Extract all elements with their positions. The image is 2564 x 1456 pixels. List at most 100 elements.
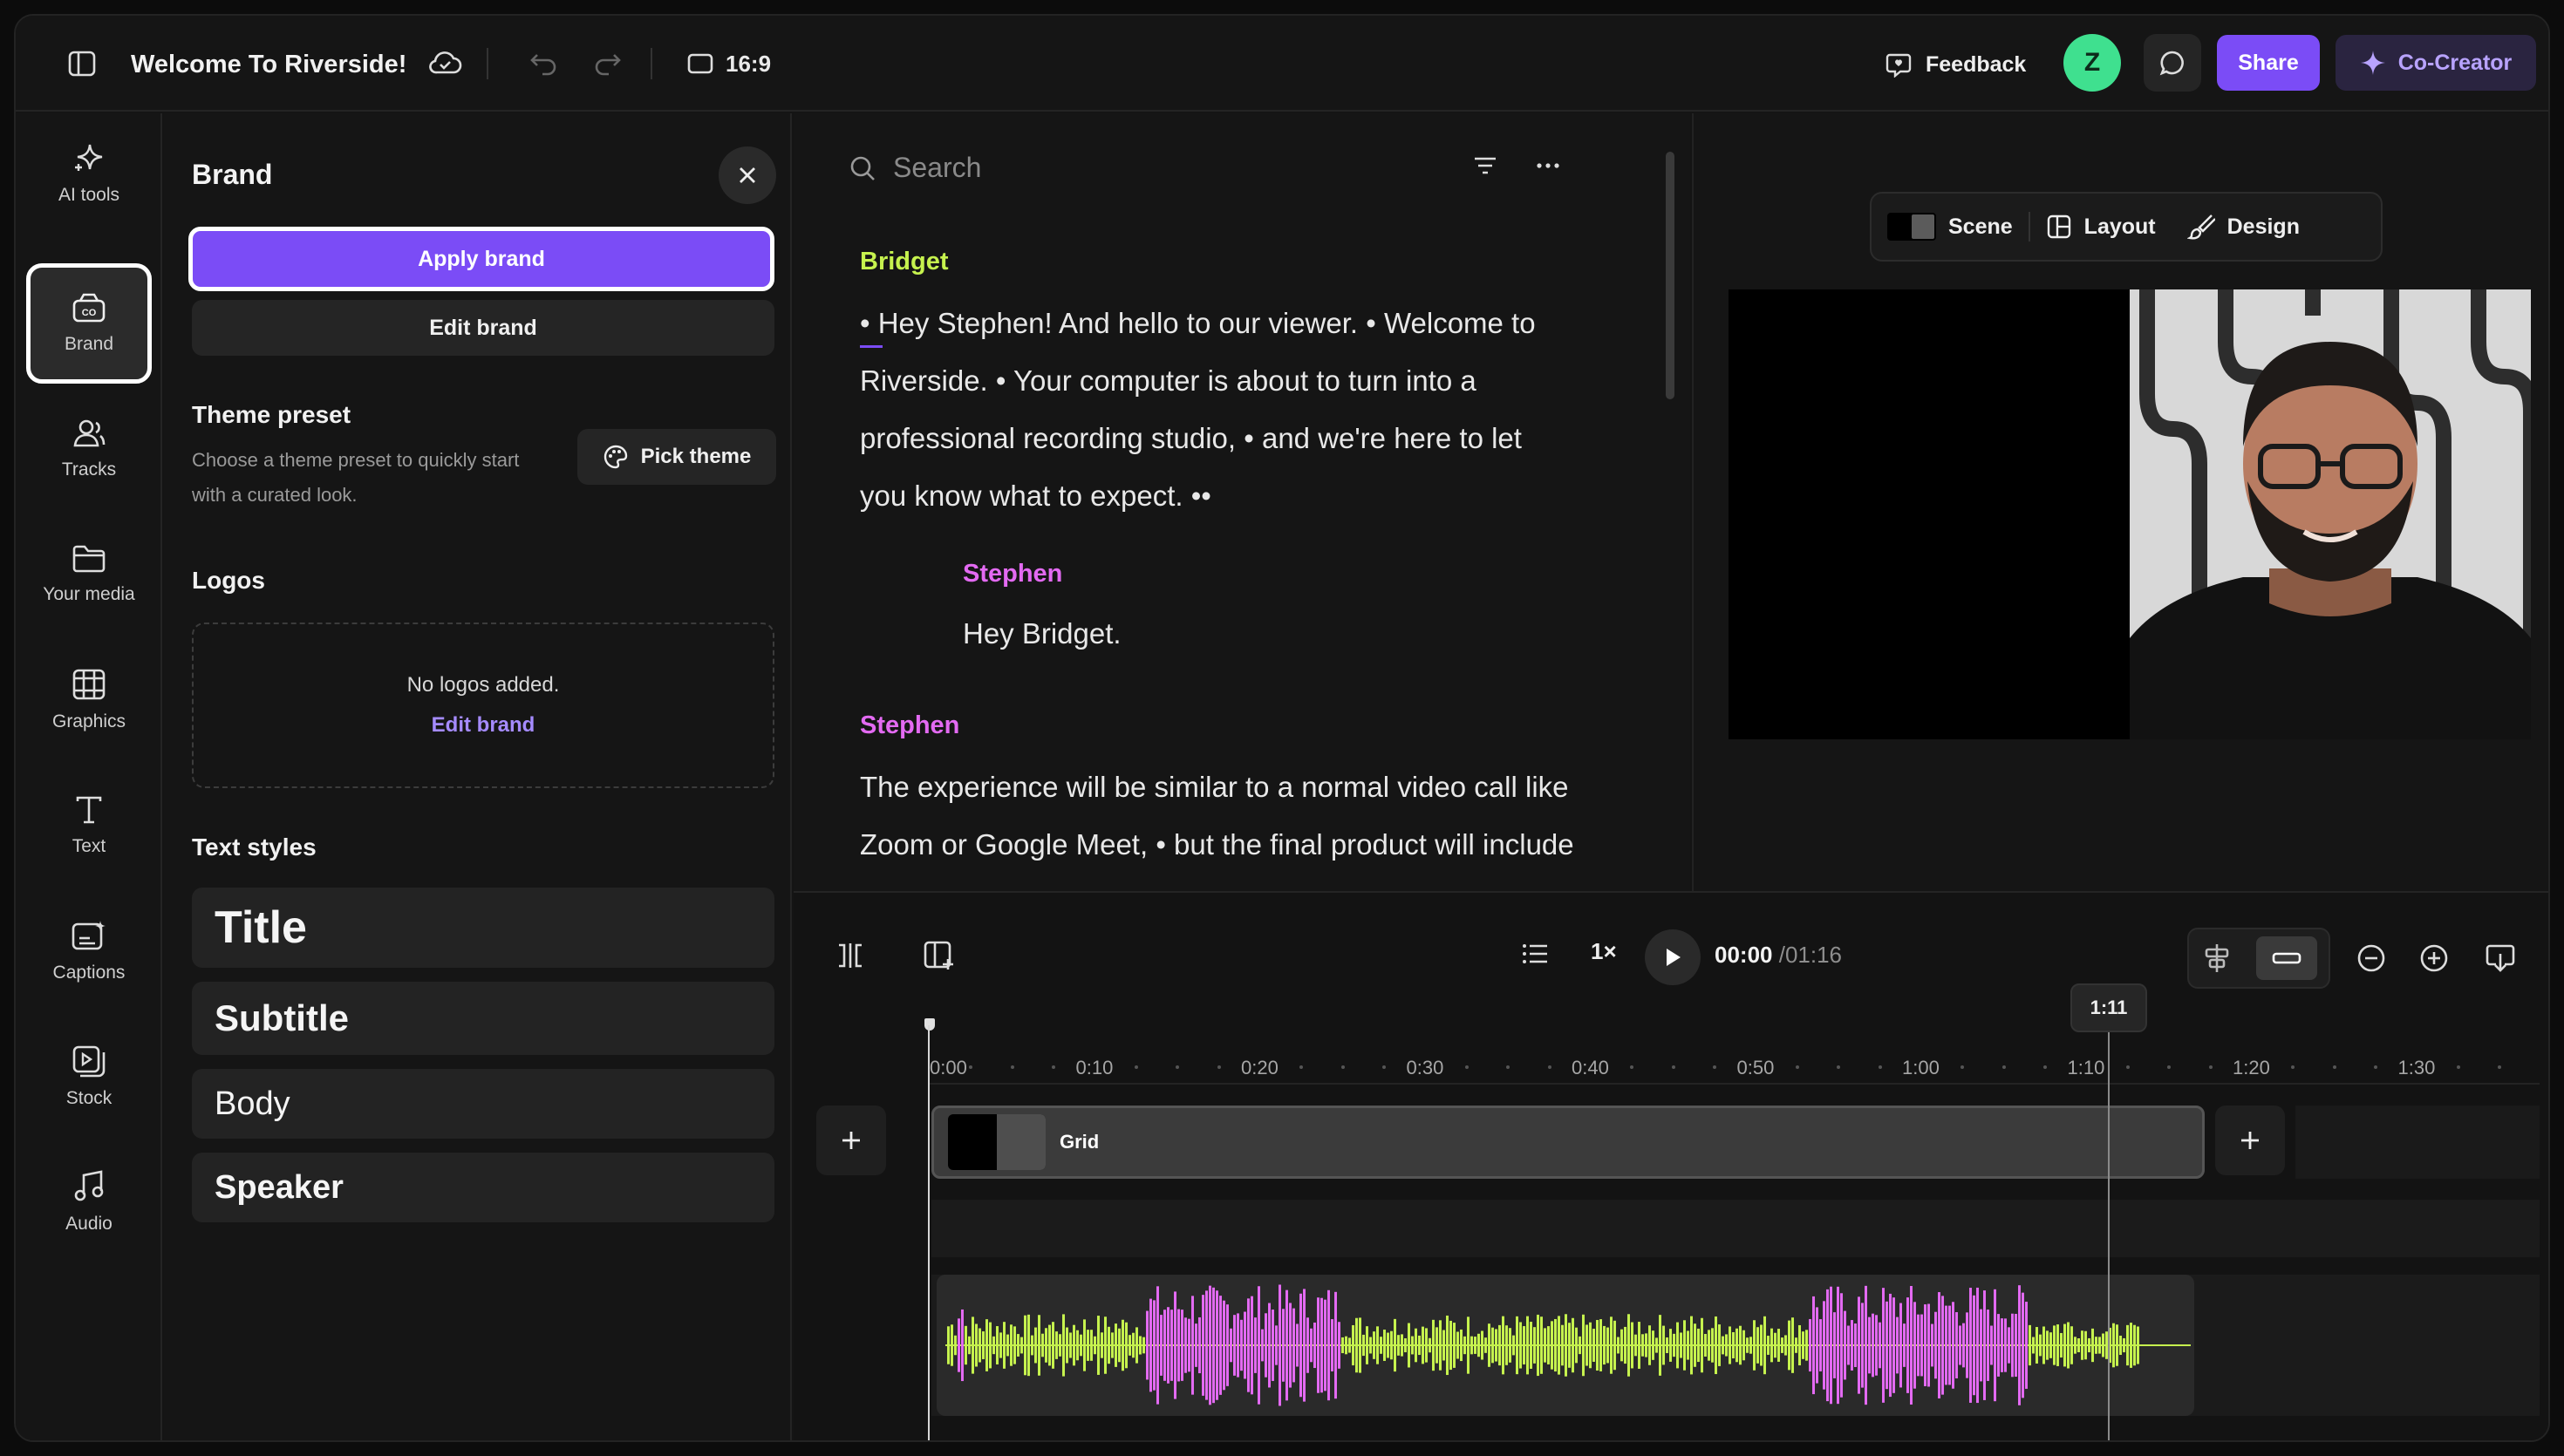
timeline-ruler[interactable]: 0:00 0:10 0:20 0:30 0:40 0:50 1:00 1:10 1:20 1:30	[928, 1032, 2540, 1085]
rail-label: Brand	[64, 334, 114, 354]
pick-theme-label: Pick theme	[640, 445, 752, 468]
speaker-name[interactable]: Stephen	[860, 711, 959, 740]
filter-icon[interactable]	[1472, 155, 1498, 180]
user-avatar[interactable]: Z	[2063, 34, 2121, 92]
logos-dropzone: No logos added. Edit brand	[192, 623, 774, 788]
scene-label: Scene	[1948, 214, 2013, 239]
design-label: Design	[2226, 214, 2300, 239]
rail-item-your-media[interactable]: Your media	[26, 514, 152, 635]
text-style-subtitle[interactable]: Subtitle	[192, 982, 774, 1055]
feedback-icon	[1885, 53, 1912, 78]
ruler-tick-label: 0:30	[1406, 1057, 1444, 1078]
rail-item-audio[interactable]: Audio	[26, 1142, 152, 1262]
graphics-icon	[72, 669, 106, 700]
co-creator-button[interactable]: Co-Creator	[2336, 35, 2536, 91]
ruler-tick-label: 0:40	[1572, 1057, 1609, 1078]
ruler-tick	[1052, 1065, 1056, 1069]
tool-rail: AI tools CO Brand Tracks Your media Grap…	[16, 113, 162, 1440]
ruler-tick	[1878, 1065, 1882, 1069]
rail-item-text[interactable]: Text	[26, 765, 152, 886]
rail-item-brand[interactable]: CO Brand	[26, 263, 152, 384]
rail-item-captions[interactable]: Captions	[26, 891, 152, 1011]
playhead-time-label[interactable]: 1:11	[2070, 983, 2147, 1032]
speaker-name[interactable]: Stephen	[963, 560, 1062, 589]
chat-bubble-icon	[2159, 51, 2184, 76]
ruler-tick	[1382, 1065, 1387, 1069]
sidebar-toggle-icon[interactable]	[66, 48, 98, 79]
plus-icon	[842, 1132, 860, 1149]
add-track-left-button[interactable]	[816, 1106, 886, 1175]
scrollbar[interactable]	[1666, 152, 1674, 399]
aspect-ratio-selector[interactable]: 16:9	[687, 46, 771, 81]
brand-panel: Brand Apply brand Edit brand Theme prese…	[164, 113, 792, 1440]
video-clip[interactable]: Grid	[931, 1106, 2205, 1179]
layout-button[interactable]: Layout	[2030, 214, 2172, 240]
split-icon[interactable]	[835, 942, 865, 974]
playback-speed-button[interactable]: 1×	[1591, 938, 1617, 965]
transcript-search[interactable]: Search	[849, 152, 981, 184]
export-icon[interactable]	[2486, 943, 2515, 977]
rail-item-graphics[interactable]: Graphics	[26, 640, 152, 760]
text-style-speaker[interactable]: Speaker	[192, 1153, 774, 1222]
feedback-button[interactable]: Feedback	[1885, 47, 2026, 82]
ruler-tick	[2374, 1065, 2378, 1069]
audio-waveform	[945, 1284, 2191, 1406]
add-clip-right-button[interactable]	[2215, 1106, 2285, 1175]
ruler-tick	[2208, 1065, 2213, 1069]
ruler-tick-label: 0:00	[930, 1057, 967, 1078]
timeline: 1× 00:00 /01:16 0:00 0:10 0:20 0:30 0:40 0:50…	[794, 891, 2548, 1440]
speaker-name[interactable]: Bridget	[860, 248, 949, 276]
ruler-tick	[2167, 1065, 2172, 1069]
playhead-line[interactable]	[2108, 1029, 2110, 1440]
redo-icon[interactable]	[593, 48, 623, 76]
compact-view-button[interactable]	[2255, 936, 2317, 980]
transcript-paragraph[interactable]: Hey Bridget.	[963, 605, 1486, 663]
close-button[interactable]	[719, 146, 776, 204]
rail-item-ai-tools[interactable]: AI tools	[26, 113, 152, 234]
apply-brand-button[interactable]: Apply brand	[188, 227, 774, 291]
align-tracks-icon[interactable]	[2201, 942, 2233, 974]
transcript-paragraph[interactable]: • Hey Stephen! And hello to our viewer. …	[860, 295, 1575, 525]
undo-icon[interactable]	[528, 48, 558, 76]
ruler-tick	[2043, 1065, 2048, 1069]
aspect-ratio-icon	[687, 53, 713, 74]
rail-item-stock[interactable]: Stock	[26, 1017, 152, 1137]
edit-brand-link[interactable]: Edit brand	[432, 713, 535, 738]
rail-item-tracks[interactable]: Tracks	[26, 389, 152, 509]
list-view-icon[interactable]	[1521, 942, 1549, 970]
stock-icon	[72, 1045, 106, 1078]
layout-label: Layout	[2083, 214, 2156, 239]
design-button[interactable]: Design	[2172, 213, 2315, 241]
edit-brand-button[interactable]: Edit brand	[192, 300, 774, 356]
track-view-toggle[interactable]	[2187, 928, 2330, 989]
text-style-body[interactable]: Body	[192, 1069, 774, 1139]
ruler-tick	[2498, 1065, 2502, 1069]
pick-theme-button[interactable]: Pick theme	[577, 429, 776, 485]
add-layout-icon[interactable]	[923, 940, 956, 976]
theme-preset-heading: Theme preset	[192, 401, 351, 428]
ruler-tick-label: 0:50	[1736, 1057, 1775, 1078]
ruler-tick	[1464, 1065, 1469, 1069]
project-title[interactable]: Welcome To Riverside!	[131, 47, 406, 82]
transcript-paragraph[interactable]: The experience will be similar to a norm…	[860, 759, 1575, 891]
scene-button[interactable]: Scene	[1872, 213, 2029, 241]
rail-label: Text	[72, 836, 106, 856]
ruler-tick	[1299, 1065, 1304, 1069]
app-window: Welcome To Riverside! 16:9 Feedback Z Sh…	[14, 14, 2550, 1442]
zoom-out-icon[interactable]	[2356, 943, 2386, 977]
sparkle-icon	[2360, 51, 2385, 75]
share-button[interactable]: Share	[2217, 35, 2320, 91]
ruler-tick	[2332, 1065, 2336, 1069]
comments-button[interactable]	[2144, 34, 2201, 92]
text-style-title[interactable]: Title	[192, 888, 774, 968]
search-input[interactable]: Search	[893, 152, 981, 184]
theme-preset-description: Choose a theme preset to quickly start w…	[192, 449, 520, 506]
video-canvas[interactable]	[1729, 289, 2531, 739]
empty-track[interactable]	[931, 1200, 2540, 1257]
aspect-ratio-label: 16:9	[726, 50, 772, 77]
play-button[interactable]	[1645, 929, 1701, 985]
ruler-tick	[969, 1065, 973, 1069]
zoom-in-icon[interactable]	[2419, 943, 2449, 977]
current-time: 00:00	[1715, 942, 1773, 968]
more-options-icon[interactable]	[1535, 155, 1561, 180]
